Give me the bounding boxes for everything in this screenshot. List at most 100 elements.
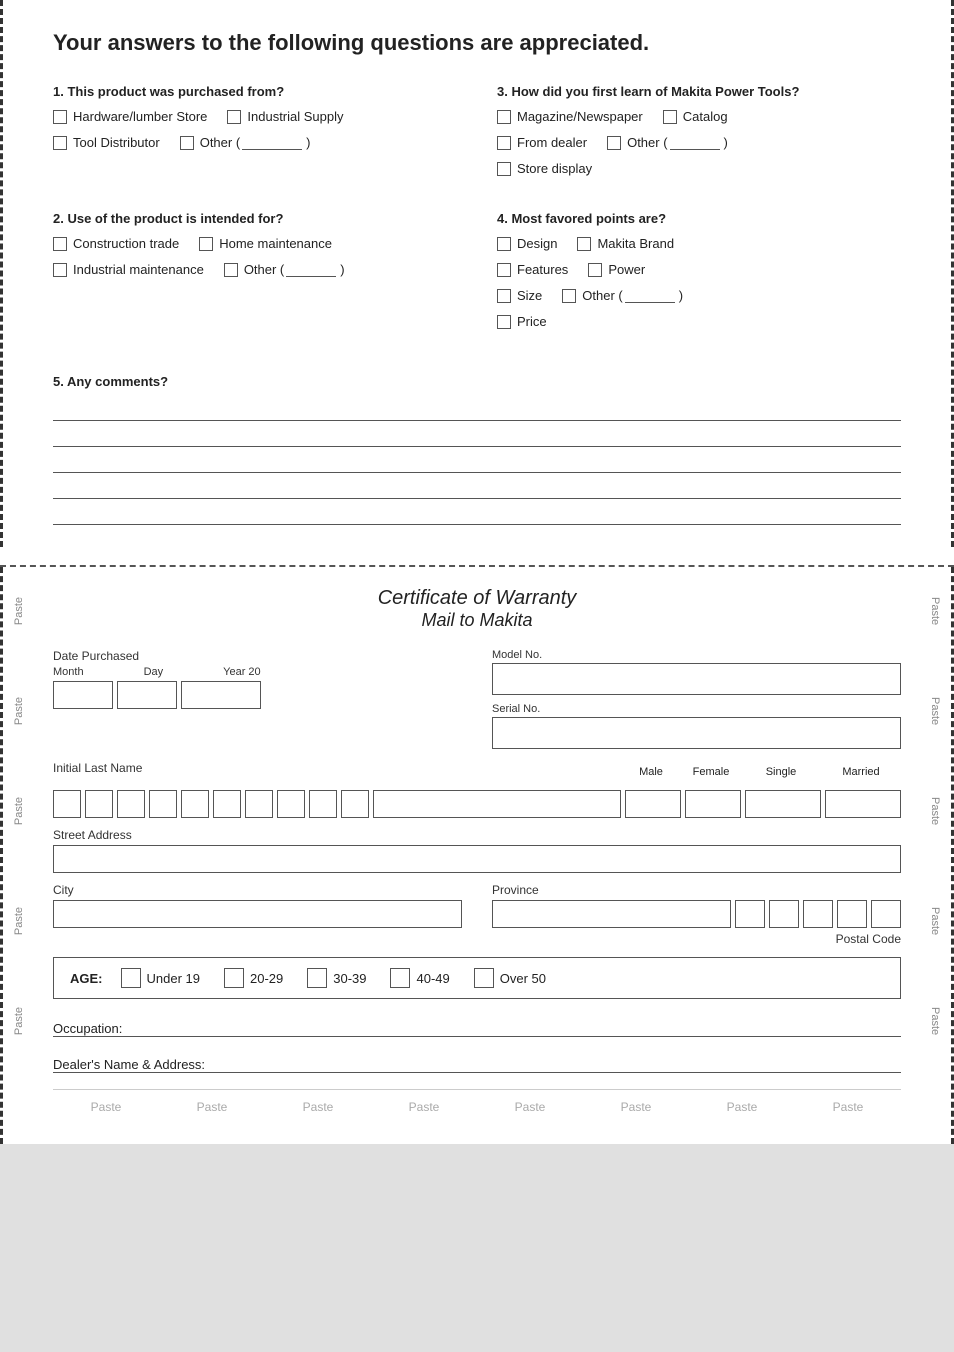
initial-box-1[interactable] — [53, 790, 81, 818]
age-checkbox-30-39[interactable] — [307, 968, 327, 988]
serial-input[interactable] — [492, 717, 901, 749]
q3-option-catalog[interactable]: Catalog — [663, 109, 728, 124]
province-input[interactable] — [492, 900, 731, 928]
paste-side-right-2: Paste — [929, 697, 941, 725]
name-box-8[interactable] — [309, 790, 337, 818]
q4-option-power[interactable]: Power — [588, 262, 645, 277]
age-over50[interactable]: Over 50 — [474, 968, 546, 988]
postal-3[interactable] — [803, 900, 833, 928]
checkbox-industrial[interactable] — [227, 110, 241, 124]
comment-line-1[interactable] — [53, 397, 901, 421]
checkbox-other-q4[interactable] — [562, 289, 576, 303]
q1-option-tool[interactable]: Tool Distributor — [53, 135, 160, 150]
checkbox-other-q3[interactable] — [607, 136, 621, 150]
q2-option-construction[interactable]: Construction trade — [53, 236, 179, 251]
checkbox-hardware[interactable] — [53, 110, 67, 124]
q4-option-size[interactable]: Size — [497, 288, 542, 303]
q2-option-industrial[interactable]: Industrial maintenance — [53, 262, 204, 277]
age-20-29[interactable]: 20-29 — [224, 968, 283, 988]
age-checkbox-20-29[interactable] — [224, 968, 244, 988]
city-input[interactable] — [53, 900, 462, 928]
name-box-4[interactable] — [181, 790, 209, 818]
checkbox-dealer[interactable] — [497, 136, 511, 150]
q4-option-price[interactable]: Price — [497, 314, 547, 329]
paste-bottom-5: Paste — [515, 1100, 546, 1114]
q1-option-other[interactable]: Other ( ) — [180, 135, 311, 150]
comment-line-5[interactable] — [53, 501, 901, 525]
postal-4[interactable] — [837, 900, 867, 928]
other-label-q1: Other ( — [200, 135, 240, 150]
q3-option-store[interactable]: Store display — [497, 161, 592, 176]
design-label: Design — [517, 236, 557, 251]
checkbox-other-q1[interactable] — [180, 136, 194, 150]
name-box-3[interactable] — [149, 790, 177, 818]
name-box-7[interactable] — [277, 790, 305, 818]
comment-line-4[interactable] — [53, 475, 901, 499]
province-postal-row — [492, 900, 901, 928]
comment-line-2[interactable] — [53, 423, 901, 447]
name-box-9[interactable] — [341, 790, 369, 818]
checkbox-store[interactable] — [497, 162, 511, 176]
month-input[interactable] — [53, 681, 113, 709]
checkbox-other-q2[interactable] — [224, 263, 238, 277]
age-checkbox-under19[interactable] — [121, 968, 141, 988]
q5-label: 5. Any comments? — [53, 374, 901, 389]
male-box[interactable] — [625, 790, 681, 818]
date-section: Date Purchased Month Day Year 20 — [53, 649, 462, 749]
q4-option-design[interactable]: Design — [497, 236, 557, 251]
q1-option-hardware[interactable]: Hardware/lumber Store — [53, 109, 207, 124]
q3-option-dealer[interactable]: From dealer — [497, 135, 587, 150]
street-input[interactable] — [53, 845, 901, 873]
page-wrapper: Your answers to the following questions … — [0, 0, 954, 1144]
checkbox-price[interactable] — [497, 315, 511, 329]
q4-option-features[interactable]: Features — [497, 262, 568, 277]
model-input[interactable] — [492, 663, 901, 695]
checkbox-size[interactable] — [497, 289, 511, 303]
checkbox-power[interactable] — [588, 263, 602, 277]
q3-option-magazine[interactable]: Magazine/Newspaper — [497, 109, 643, 124]
comment-line-3[interactable] — [53, 449, 901, 473]
features-label: Features — [517, 262, 568, 277]
q2-option-other[interactable]: Other ( ) — [224, 262, 345, 277]
checkbox-features[interactable] — [497, 263, 511, 277]
survey-section: Your answers to the following questions … — [0, 0, 954, 547]
age-30-39[interactable]: 30-39 — [307, 968, 366, 988]
age-checkbox-40-49[interactable] — [390, 968, 410, 988]
age-under19[interactable]: Under 19 — [121, 968, 200, 988]
checkbox-tool[interactable] — [53, 136, 67, 150]
q4-option-makita[interactable]: Makita Brand — [577, 236, 674, 251]
day-input[interactable] — [117, 681, 177, 709]
checkbox-industrial-maint[interactable] — [53, 263, 67, 277]
q1-option-industrial[interactable]: Industrial Supply — [227, 109, 343, 124]
year-input[interactable] — [181, 681, 261, 709]
checkbox-construction[interactable] — [53, 237, 67, 251]
checkbox-catalog[interactable] — [663, 110, 677, 124]
postal-5[interactable] — [871, 900, 901, 928]
single-label: Single — [741, 766, 821, 778]
q4-row3: Size Other ( ) — [497, 288, 901, 307]
q4-option-other[interactable]: Other ( ) — [562, 288, 683, 303]
q2-option-home[interactable]: Home maintenance — [199, 236, 332, 251]
name-box-2[interactable] — [117, 790, 145, 818]
checkbox-makita[interactable] — [577, 237, 591, 251]
name-gender-grid: Initial Last Name Male Female Single Mar… — [53, 761, 901, 778]
name-col: Initial Last Name — [53, 761, 462, 778]
warranty-title-block: Certificate of Warranty Mail to Makita — [53, 587, 901, 631]
checkbox-design[interactable] — [497, 237, 511, 251]
name-box-last[interactable] — [373, 790, 621, 818]
paste-bottom-row: Paste Paste Paste Paste Paste Paste Past… — [53, 1089, 901, 1124]
checkbox-home[interactable] — [199, 237, 213, 251]
postal-2[interactable] — [769, 900, 799, 928]
female-box[interactable] — [685, 790, 741, 818]
single-box[interactable] — [745, 790, 821, 818]
q3-option-other[interactable]: Other ( ) — [607, 135, 728, 150]
postal-1[interactable] — [735, 900, 765, 928]
name-box-5[interactable] — [213, 790, 241, 818]
checkbox-magazine[interactable] — [497, 110, 511, 124]
name-box-1[interactable] — [85, 790, 113, 818]
married-box[interactable] — [825, 790, 901, 818]
age-40-49[interactable]: 40-49 — [390, 968, 449, 988]
name-box-6[interactable] — [245, 790, 273, 818]
age-checkbox-over50[interactable] — [474, 968, 494, 988]
makita-label: Makita Brand — [597, 236, 674, 251]
